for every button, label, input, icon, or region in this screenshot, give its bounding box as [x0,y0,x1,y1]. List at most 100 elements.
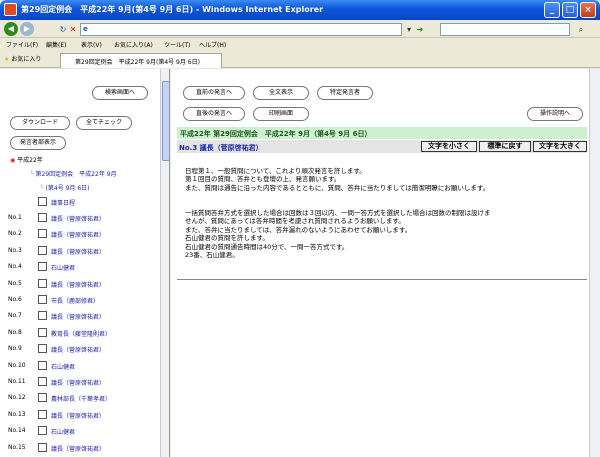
speaker-name-link[interactable]: 石山健君 [51,263,75,272]
search-icon[interactable]: ⌕ [575,23,587,36]
speaker-list-button[interactable]: 発言者部表示 [10,136,66,150]
speaker-checkbox[interactable] [38,229,47,239]
address-input[interactable]: e [80,23,402,36]
stop-icon[interactable]: ✕ [68,23,78,36]
speaker-name-link[interactable]: 議長（菅原啓祐君） [51,214,105,223]
speaker-checkbox[interactable] [38,262,47,272]
next-speech-button[interactable]: 直後の発言へ [183,107,245,121]
speaker-name-link[interactable]: 議長（菅原啓祐君） [51,378,105,387]
speaker-name-link[interactable]: 農林部長（千葉孝君） [51,394,111,403]
window-title: 第29回定例会 平成22年 9月(第4号 9月 6日) - Windows In… [21,5,324,14]
speaker-checkbox[interactable] [38,377,47,386]
speaker-name-link[interactable]: 教育長（藤堂隆則君） [51,329,111,338]
specific-speaker-button[interactable]: 特定発言者 [317,86,373,100]
speaker-row[interactable]: No.11 議長（菅原啓祐君） [0,374,158,390]
speaker-checkbox[interactable] [38,442,47,452]
go-icon[interactable]: ➜ [414,23,426,36]
menu-file[interactable]: ファイル(F) [6,40,38,49]
speaker-row[interactable]: No.2 議長（菅原啓祐君） [0,226,158,242]
address-dropdown-icon[interactable]: ▾ [404,23,414,36]
speaker-row[interactable]: No.13 議長（菅原啓祐君） [0,407,158,423]
speaker-number: No.3 [8,246,22,254]
speaker-row[interactable]: No.9 議長（菅原啓祐君） [0,341,158,357]
download-button[interactable]: ダウンロード [10,116,70,130]
speaker-row[interactable]: No.1 議長（菅原啓祐君） [0,210,158,226]
check-all-button[interactable]: 全てチェック [76,116,132,130]
speaker-checkbox[interactable] [38,393,47,403]
speaker-row[interactable]: No.6 市長（鹿部修君） [0,292,158,308]
speaker-checkbox[interactable] [38,426,47,436]
menu-edit[interactable]: 編集(E) [46,40,66,49]
speaker-name-link[interactable]: 議長（菅原啓祐君） [51,312,105,321]
title-bar: 第29回定例会 平成22年 9月(第4号 9月 6日) - Windows In… [0,0,600,20]
speaker-checkbox[interactable] [38,409,47,419]
speaker-number: No.14 [8,427,26,435]
prev-speech-button[interactable]: 直前の発言へ [183,86,245,100]
help-button[interactable]: 操作説明へ [527,107,583,121]
speaker-name-link[interactable]: 議長（菅原啓祐君） [51,444,105,453]
speaker-name-link[interactable]: 議長（菅原啓祐君） [51,230,105,239]
speaker-row[interactable]: No.8 教育長（藤堂隆則君） [0,325,158,341]
speaker-row[interactable]: No.7 議長（菅原啓祐君） [0,308,158,324]
right-scrollbar[interactable] [589,69,600,457]
address-bar: ◀ ▶ ↻ ✕ e ▾ ➜ ⌕ [0,20,600,38]
speaker-checkbox[interactable] [38,360,47,370]
print-button[interactable]: 印刷画面 [253,107,309,121]
menu-view[interactable]: 表示(V) [81,40,102,49]
speaker-name-link[interactable]: 議長（菅原啓祐君） [51,280,105,289]
speaker-checkbox[interactable] [38,213,47,222]
list-item[interactable]: 議事日程 [0,194,158,210]
back-icon[interactable]: ◀ [4,22,18,36]
search-screen-button[interactable]: 検索画面へ [92,86,148,100]
speaker-row[interactable]: No.4 石山健君 [0,259,158,275]
left-scrollbar[interactable] [160,69,169,457]
speaker-row[interactable]: No.5 議長（菅原啓祐君） [0,276,158,292]
speaker-checkbox[interactable] [38,245,47,255]
forward-icon[interactable]: ▶ [20,22,34,36]
speaker-row[interactable]: No.10 石山健君 [0,358,158,374]
scroll-thumb[interactable] [162,81,169,161]
speaker-heading-bar: No.3 議長（菅原啓祐君） 文字を小さく 標準に戻す 文字を大きく [177,140,587,153]
tree-year[interactable]: ◉ 平成22年 [10,155,43,164]
speaker-name-link[interactable]: 石山健君 [51,427,75,436]
speaker-checkbox[interactable] [38,311,47,321]
text-smaller-button[interactable]: 文字を小さく [421,141,477,152]
menu-help[interactable]: ヘルプ(H) [199,40,226,49]
speaker-row[interactable]: No.3 議長（菅原啓祐君） [0,243,158,259]
browser-tab[interactable]: 第29回定例会 平成22年 9月(第4号 9月 6日) [60,53,222,68]
favorites-button[interactable]: ★ お気に入り [4,54,41,63]
speaker-row[interactable]: No.15 議長（菅原啓祐君） [0,440,158,456]
speaker-checkbox[interactable] [38,344,47,354]
close-button[interactable]: × [580,2,596,18]
speaker-checkbox[interactable] [38,278,47,288]
paragraph-1: 日程第１、一般質問について、これより順次発言を許します。 第１回目の質問、答弁と… [185,167,490,192]
full-text-button[interactable]: 全文表示 [253,86,309,100]
menu-tools[interactable]: ツール(T) [164,40,190,49]
speaker-number: No.9 [8,345,22,353]
speaker-row[interactable]: No.14 石山健君 [0,423,158,439]
checkbox[interactable] [38,197,47,206]
maximize-button[interactable]: □ [562,2,578,18]
search-input[interactable] [440,23,570,36]
speaker-checkbox[interactable] [38,327,47,337]
menu-favorites[interactable]: お気に入り(A) [114,40,153,49]
speaker-row[interactable]: No.12 農林部長（千葉孝君） [0,390,158,406]
refresh-icon[interactable]: ↻ [58,23,68,36]
divider [177,279,587,280]
speaker-number: No.13 [8,410,26,418]
speaker-name-link[interactable]: 議長（菅原啓祐君） [51,411,105,420]
speaker-name-link[interactable]: 石山健君 [51,362,75,371]
tree-issue[interactable]: └ (第4号 9月 6日) [40,183,90,192]
tab-label: 第29回定例会 平成22年 9月(第4号 9月 6日) [75,59,200,66]
speaker-name-link[interactable]: 市長（鹿部修君） [51,296,99,305]
speaker-name-link[interactable]: 議長（菅原啓祐君） [51,247,105,256]
speaker-name-link[interactable]: 議長（菅原啓祐君） [51,345,105,354]
minimize-button[interactable]: _ [544,2,560,18]
tree-session[interactable]: └ 第29回定例会 平成22年 9月 [30,169,117,178]
text-reset-button[interactable]: 標準に戻す [479,141,531,152]
speaker-number: No.15 [8,443,26,451]
left-frame: 検索画面へ ダウンロード 全てチェック 発言者部表示 ◉ 平成22年 └ 第29… [0,69,170,457]
schedule-label: 議事日程 [51,200,76,207]
speaker-checkbox[interactable] [38,295,47,304]
text-larger-button[interactable]: 文字を大きく [533,141,587,152]
